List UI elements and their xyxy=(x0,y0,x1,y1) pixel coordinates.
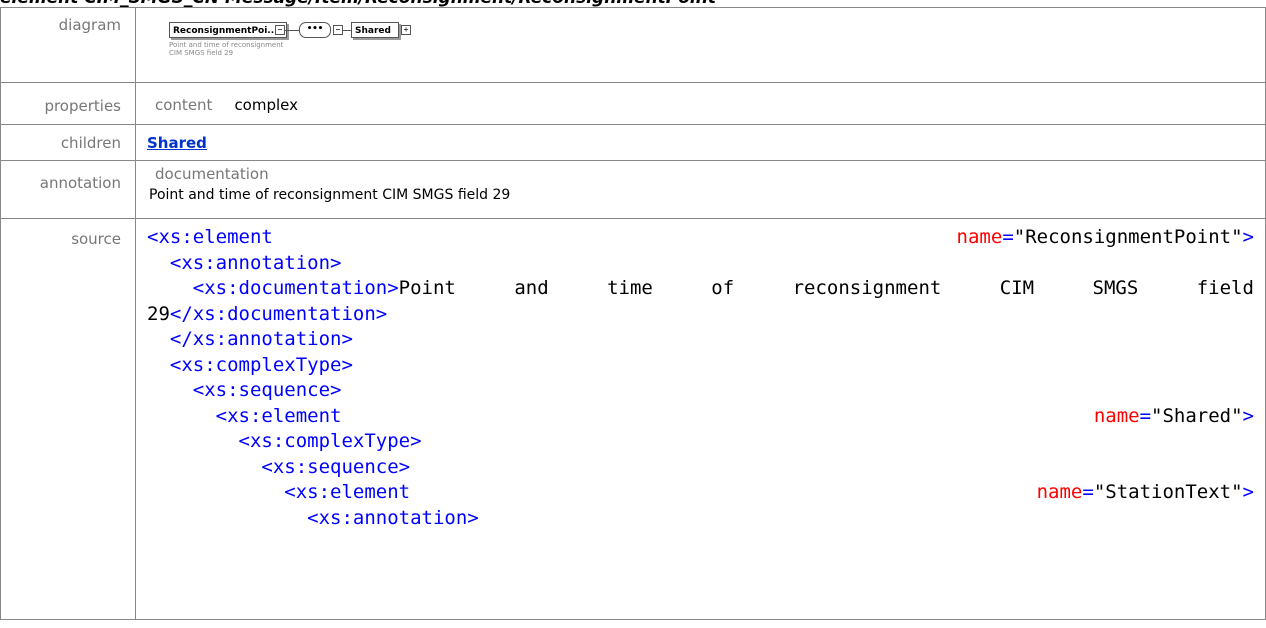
child-link-shared[interactable]: Shared xyxy=(147,134,207,152)
code-line: <xs:sequence> xyxy=(147,455,1254,481)
code-line: </xs:annotation> xyxy=(147,327,1254,353)
code-line: <xs:element name="ReconsignmentPoint"> xyxy=(147,225,1254,251)
diagram-element-doc: Point and time of reconsignment CIM SMGS… xyxy=(169,41,284,57)
code-tag: <xs:annotation> xyxy=(307,506,479,529)
code-value: "Shared" xyxy=(1151,404,1243,427)
row-diagram: diagram ReconsignmentPoi... − ••• − Shar… xyxy=(0,7,1266,83)
code-attr: name xyxy=(1036,481,1083,503)
properties-cell: content complex xyxy=(135,82,1266,125)
code-text: of xyxy=(711,277,735,299)
annotation-key: documentation xyxy=(155,165,269,183)
diagram-element-label: ReconsignmentPoi... xyxy=(173,26,278,36)
code-tag: <xs:annotation> xyxy=(169,251,342,274)
code-tag: <xs:complexType> xyxy=(238,430,422,452)
row-source: source <xs:element name="ReconsignmentPoi… xyxy=(0,218,1266,620)
code-tag: > xyxy=(1242,404,1254,427)
code-line: 29</xs:documentation> xyxy=(147,302,1254,328)
row-properties: properties content complex xyxy=(0,82,1266,125)
code-tag: <xs:sequence> xyxy=(192,379,342,401)
code-text: CIM xyxy=(999,277,1035,299)
annotation-value: Point and time of reconsignment CIM SMGS… xyxy=(149,187,511,203)
row-label-annotation: annotation xyxy=(0,160,136,219)
code-tag: <xs:sequence> xyxy=(261,455,411,478)
code-line: <xs:element name="Shared"> xyxy=(147,404,1254,430)
code-line: <xs:complexType> xyxy=(147,353,1254,379)
code-line: <xs:complexType> xyxy=(147,429,1254,455)
annotation-cell: documentation Point and time of reconsig… xyxy=(135,160,1266,219)
sequence-collapse-icon[interactable]: − xyxy=(333,25,343,35)
row-label-properties: properties xyxy=(0,82,136,125)
code-tag: > xyxy=(1242,226,1254,248)
property-value: complex xyxy=(234,96,299,114)
diagram-cell: ReconsignmentPoi... − ••• − Shared + Poi… xyxy=(135,7,1266,83)
row-label-diagram: diagram xyxy=(0,7,136,83)
code-tag: <xs:element xyxy=(284,481,411,503)
code-text: reconsignment xyxy=(792,277,942,299)
code-line: <xs:sequence> xyxy=(147,378,1254,404)
connector-line xyxy=(343,30,351,31)
code-tag: <xs:element xyxy=(215,404,342,427)
code-line: <xs:documentation>Point and time of reconsig… xyxy=(147,276,1254,302)
sequence-icon: ••• xyxy=(299,22,331,38)
code-text: and xyxy=(514,277,549,299)
schema-diagram: ReconsignmentPoi... − ••• − Shared + Poi… xyxy=(147,8,1265,82)
children-cell: Shared xyxy=(135,124,1266,161)
diagram-child-label: Shared xyxy=(355,26,391,36)
code-text: Point xyxy=(398,277,456,299)
diagram-child-box[interactable]: Shared xyxy=(351,22,399,38)
code-attr: name xyxy=(1093,404,1140,427)
code-tag: </xs:documentation> xyxy=(169,302,388,325)
source-cell: <xs:element name="ReconsignmentPoint"> <x… xyxy=(135,218,1266,620)
code-tag: > xyxy=(1242,481,1254,503)
code-tag: <xs:complexType> xyxy=(169,353,353,376)
code-line: <xs:annotation> xyxy=(147,506,1254,532)
code-value: "ReconsignmentPoint" xyxy=(1013,226,1243,248)
source-code: <xs:element name="ReconsignmentPoint"> <x… xyxy=(147,225,1254,531)
code-eq: = xyxy=(1002,226,1014,248)
diagram-element-box[interactable]: ReconsignmentPoi... xyxy=(169,22,287,38)
collapse-icon[interactable]: − xyxy=(275,25,285,35)
code-tag: </xs:annotation> xyxy=(169,328,353,350)
code-line: <xs:annotation> xyxy=(147,251,1254,277)
code-value: "StationText" xyxy=(1093,481,1243,503)
row-annotation: annotation documentation Point and time … xyxy=(0,160,1266,219)
code-text: 29 xyxy=(147,302,170,325)
code-tag: <xs:documentation> xyxy=(192,277,399,299)
code-eq: = xyxy=(1139,404,1152,427)
row-label-source: source xyxy=(0,218,136,620)
code-text: field xyxy=(1196,277,1254,299)
code-line: <xs:element name="StationText"> xyxy=(147,480,1254,506)
row-label-children: children xyxy=(0,124,136,161)
code-text: SMGS xyxy=(1092,277,1139,299)
expand-icon[interactable]: + xyxy=(401,25,411,35)
code-tag: <xs:element xyxy=(147,226,273,248)
connector-line xyxy=(285,30,299,31)
property-key: content xyxy=(155,96,213,114)
element-doc-table: diagram ReconsignmentPoi... − ••• − Shar… xyxy=(0,7,1266,620)
code-eq: = xyxy=(1082,481,1094,503)
row-children: children Shared xyxy=(0,124,1266,161)
code-attr: name xyxy=(956,226,1003,248)
code-text: time xyxy=(607,277,653,299)
